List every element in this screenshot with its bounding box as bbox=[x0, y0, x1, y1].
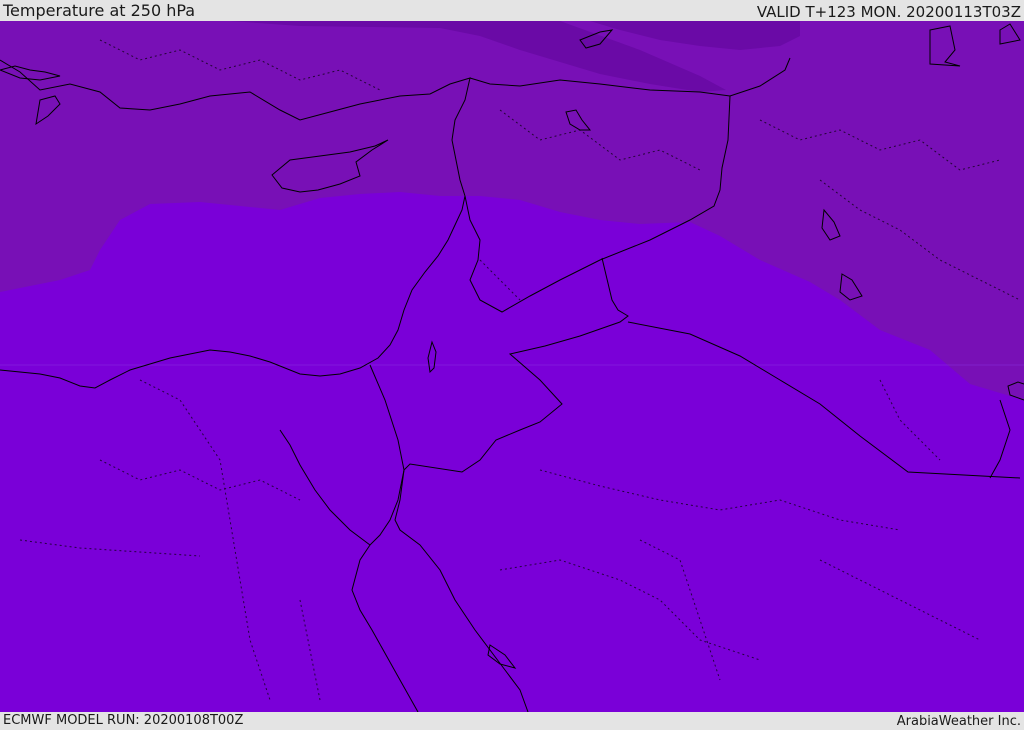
header-bar: Temperature at 250 hPa VALID T+123 MON. … bbox=[0, 0, 1024, 21]
map-title: Temperature at 250 hPa bbox=[3, 1, 196, 20]
credit-label: ArabiaWeather Inc. bbox=[896, 714, 1021, 729]
model-run-label: ECMWF MODEL RUN: 20200108T00Z bbox=[3, 713, 244, 728]
footer-bar: ECMWF MODEL RUN: 20200108T00Z ArabiaWeat… bbox=[0, 712, 1024, 729]
weather-map[interactable] bbox=[0, 21, 1024, 712]
valid-time: VALID T+123 MON. 20200113T03Z bbox=[756, 3, 1021, 21]
